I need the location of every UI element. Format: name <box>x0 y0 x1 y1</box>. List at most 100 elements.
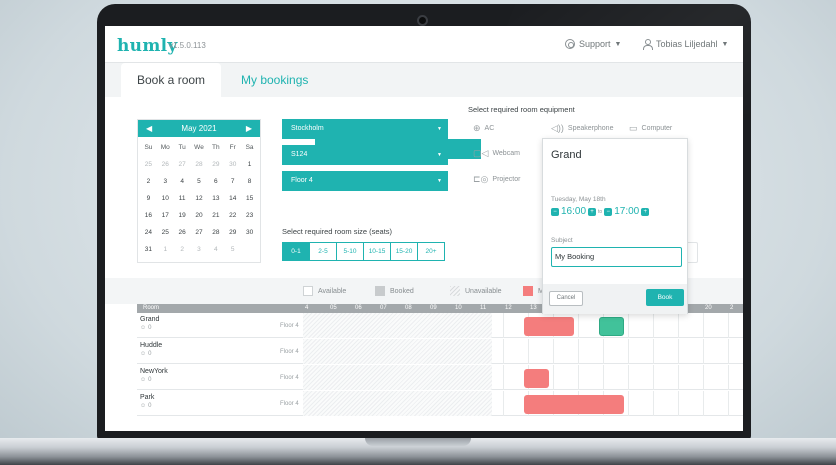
calendar-day[interactable]: 30 <box>241 224 258 241</box>
calendar-day[interactable]: 26 <box>157 156 174 173</box>
calendar-day[interactable]: 3 <box>191 241 208 258</box>
calendar-day[interactable]: 30 <box>224 156 241 173</box>
calendar-day[interactable]: 23 <box>241 207 258 224</box>
calendar-day[interactable]: 12 <box>191 190 208 207</box>
chevron-left-icon[interactable]: ◀ <box>146 124 152 133</box>
start-decrease-button[interactable]: − <box>551 207 559 216</box>
size-option-2-5[interactable]: 2-5 <box>309 242 337 261</box>
calendar-day[interactable]: 5 <box>191 173 208 190</box>
calendar-day[interactable]: 7 <box>224 173 241 190</box>
hour-gridline <box>653 313 654 338</box>
calendar-day[interactable]: 4 <box>207 241 224 258</box>
capacity-value: 0 <box>148 403 152 409</box>
calendar-day[interactable]: 8 <box>241 173 258 190</box>
calendar-day[interactable]: 9 <box>140 190 157 207</box>
equipment-label: AC <box>484 125 495 132</box>
calendar-day[interactable]: 1 <box>157 241 174 258</box>
calendar-day[interactable]: 28 <box>207 224 224 241</box>
calendar-day[interactable]: 15 <box>241 190 258 207</box>
globe-icon: ⊕ <box>473 123 481 133</box>
calendar-day[interactable]: 28 <box>191 156 208 173</box>
calendar-day[interactable]: 16 <box>140 207 157 224</box>
start-time[interactable]: 16:00 <box>561 206 586 217</box>
calendar-day[interactable]: 2 <box>174 241 191 258</box>
calendar-day[interactable]: 25 <box>140 156 157 173</box>
calendar-day[interactable]: 6 <box>207 173 224 190</box>
calendar-day[interactable]: 29 <box>207 156 224 173</box>
tab-book-a-room[interactable]: Book a room <box>121 63 222 97</box>
equipment-speakerphone[interactable]: ◁)) Speakerphone <box>551 123 613 134</box>
calendar-day[interactable]: 2 <box>140 173 157 190</box>
calendar-day[interactable]: 24 <box>140 224 157 241</box>
calendar-day[interactable]: 20 <box>191 207 208 224</box>
calendar-day[interactable]: 4 <box>174 173 191 190</box>
floor-select[interactable]: Floor 4 ▼ <box>282 171 448 191</box>
building-select[interactable]: S124 ▼ <box>282 145 448 165</box>
book-button[interactable]: Book <box>646 289 684 306</box>
hour-gridline <box>503 313 504 338</box>
city-select-value: Stockholm <box>291 125 324 132</box>
calendar-day[interactable]: 19 <box>174 207 191 224</box>
user-menu[interactable]: Tobias Liljedahl ▼ <box>642 39 728 50</box>
end-increase-button[interactable]: + <box>641 207 650 216</box>
room-row-huddle[interactable]: Huddle ☺ 0 Floor 4 <box>137 339 743 364</box>
person-icon: ☺ <box>140 351 147 357</box>
hour-label: 12 <box>505 305 512 311</box>
cancel-button[interactable]: Cancel <box>549 291 583 306</box>
calendar-day[interactable]: 5 <box>224 241 241 258</box>
size-option-10-15[interactable]: 10-15 <box>363 242 391 261</box>
size-option-0-1[interactable]: 0-1 <box>282 242 310 261</box>
new-booking-block[interactable] <box>599 317 624 336</box>
calendar-day[interactable]: 17 <box>157 207 174 224</box>
hour-gridline <box>628 339 629 364</box>
popup-room-name: Grand <box>551 149 582 161</box>
equipment-projector[interactable]: ⊏◎ Projector <box>473 174 520 185</box>
calendar-day[interactable]: 25 <box>157 224 174 241</box>
speakerphone-icon: ◁)) <box>551 123 564 133</box>
calendar-day[interactable]: 27 <box>191 224 208 241</box>
chevron-right-icon[interactable]: ▶ <box>246 124 252 133</box>
size-option-5-10[interactable]: 5-10 <box>336 242 364 261</box>
calendar-day[interactable]: 21 <box>207 207 224 224</box>
city-select[interactable]: Stockholm ▼ <box>282 119 448 139</box>
subject-input[interactable]: My Booking <box>551 247 682 267</box>
user-icon <box>642 39 653 50</box>
size-option-20-plus[interactable]: 20+ <box>417 242 445 261</box>
hour-gridline <box>678 391 679 416</box>
top-bar: humly v1.5.0.113 Support ▼ Tobias Liljed… <box>105 26 743 63</box>
hour-label: 08 <box>405 305 412 311</box>
tab-my-bookings[interactable]: My bookings <box>225 63 324 97</box>
equipment-webcam[interactable]: ▢◁ Webcam <box>473 148 520 159</box>
hour-gridline <box>703 313 704 338</box>
calendar-day[interactable]: 11 <box>174 190 191 207</box>
calendar-day[interactable]: 13 <box>207 190 224 207</box>
calendar-day[interactable]: 26 <box>174 224 191 241</box>
booking-block[interactable] <box>524 395 624 414</box>
hour-gridline <box>603 339 604 364</box>
room-row-grand[interactable]: Grand ☺ 0 Floor 4 <box>137 313 743 338</box>
time-separator: to <box>598 208 603 215</box>
end-time[interactable]: 17:00 <box>614 206 639 217</box>
equipment-computer[interactable]: ▭ Computer <box>629 123 672 134</box>
support-menu[interactable]: Support ▼ <box>565 39 621 49</box>
calendar-day[interactable]: 10 <box>157 190 174 207</box>
calendar-day[interactable]: 22 <box>224 207 241 224</box>
calendar-day[interactable]: 31 <box>140 241 157 258</box>
calendar-day[interactable]: 3 <box>157 173 174 190</box>
equipment-label: Computer <box>641 125 673 132</box>
booking-block[interactable] <box>524 369 549 388</box>
equipment-ac[interactable]: ⊕ AC <box>473 123 494 134</box>
start-increase-button[interactable]: + <box>588 207 597 216</box>
room-row-newyork[interactable]: NewYork ☺ 0 Floor 4 <box>137 365 743 390</box>
unavailable-hatch <box>303 313 492 338</box>
end-decrease-button[interactable]: − <box>604 207 613 216</box>
room-row-park[interactable]: Park ☺ 0 Floor 4 <box>137 391 743 416</box>
calendar-day[interactable]: 14 <box>224 190 241 207</box>
calendar-day[interactable]: 27 <box>174 156 191 173</box>
booking-block[interactable] <box>524 317 574 336</box>
calendar-day[interactable]: 29 <box>224 224 241 241</box>
hour-label: 2 <box>730 305 734 311</box>
calendar-day[interactable]: 1 <box>241 156 258 173</box>
hour-label: 11 <box>480 305 487 311</box>
size-option-15-20[interactable]: 15-20 <box>390 242 418 261</box>
